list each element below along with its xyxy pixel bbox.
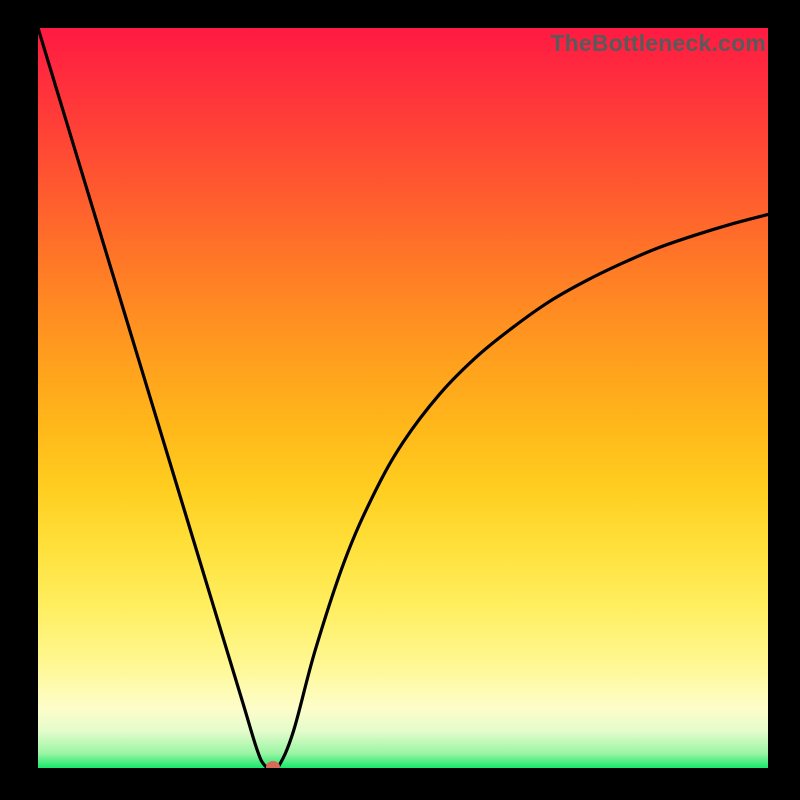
watermark-text: TheBottleneck.com [550,30,766,57]
chart-frame: TheBottleneck.com [0,0,800,800]
plot-area [38,28,768,768]
bottleneck-curve [38,28,768,768]
minimum-marker [266,761,280,768]
